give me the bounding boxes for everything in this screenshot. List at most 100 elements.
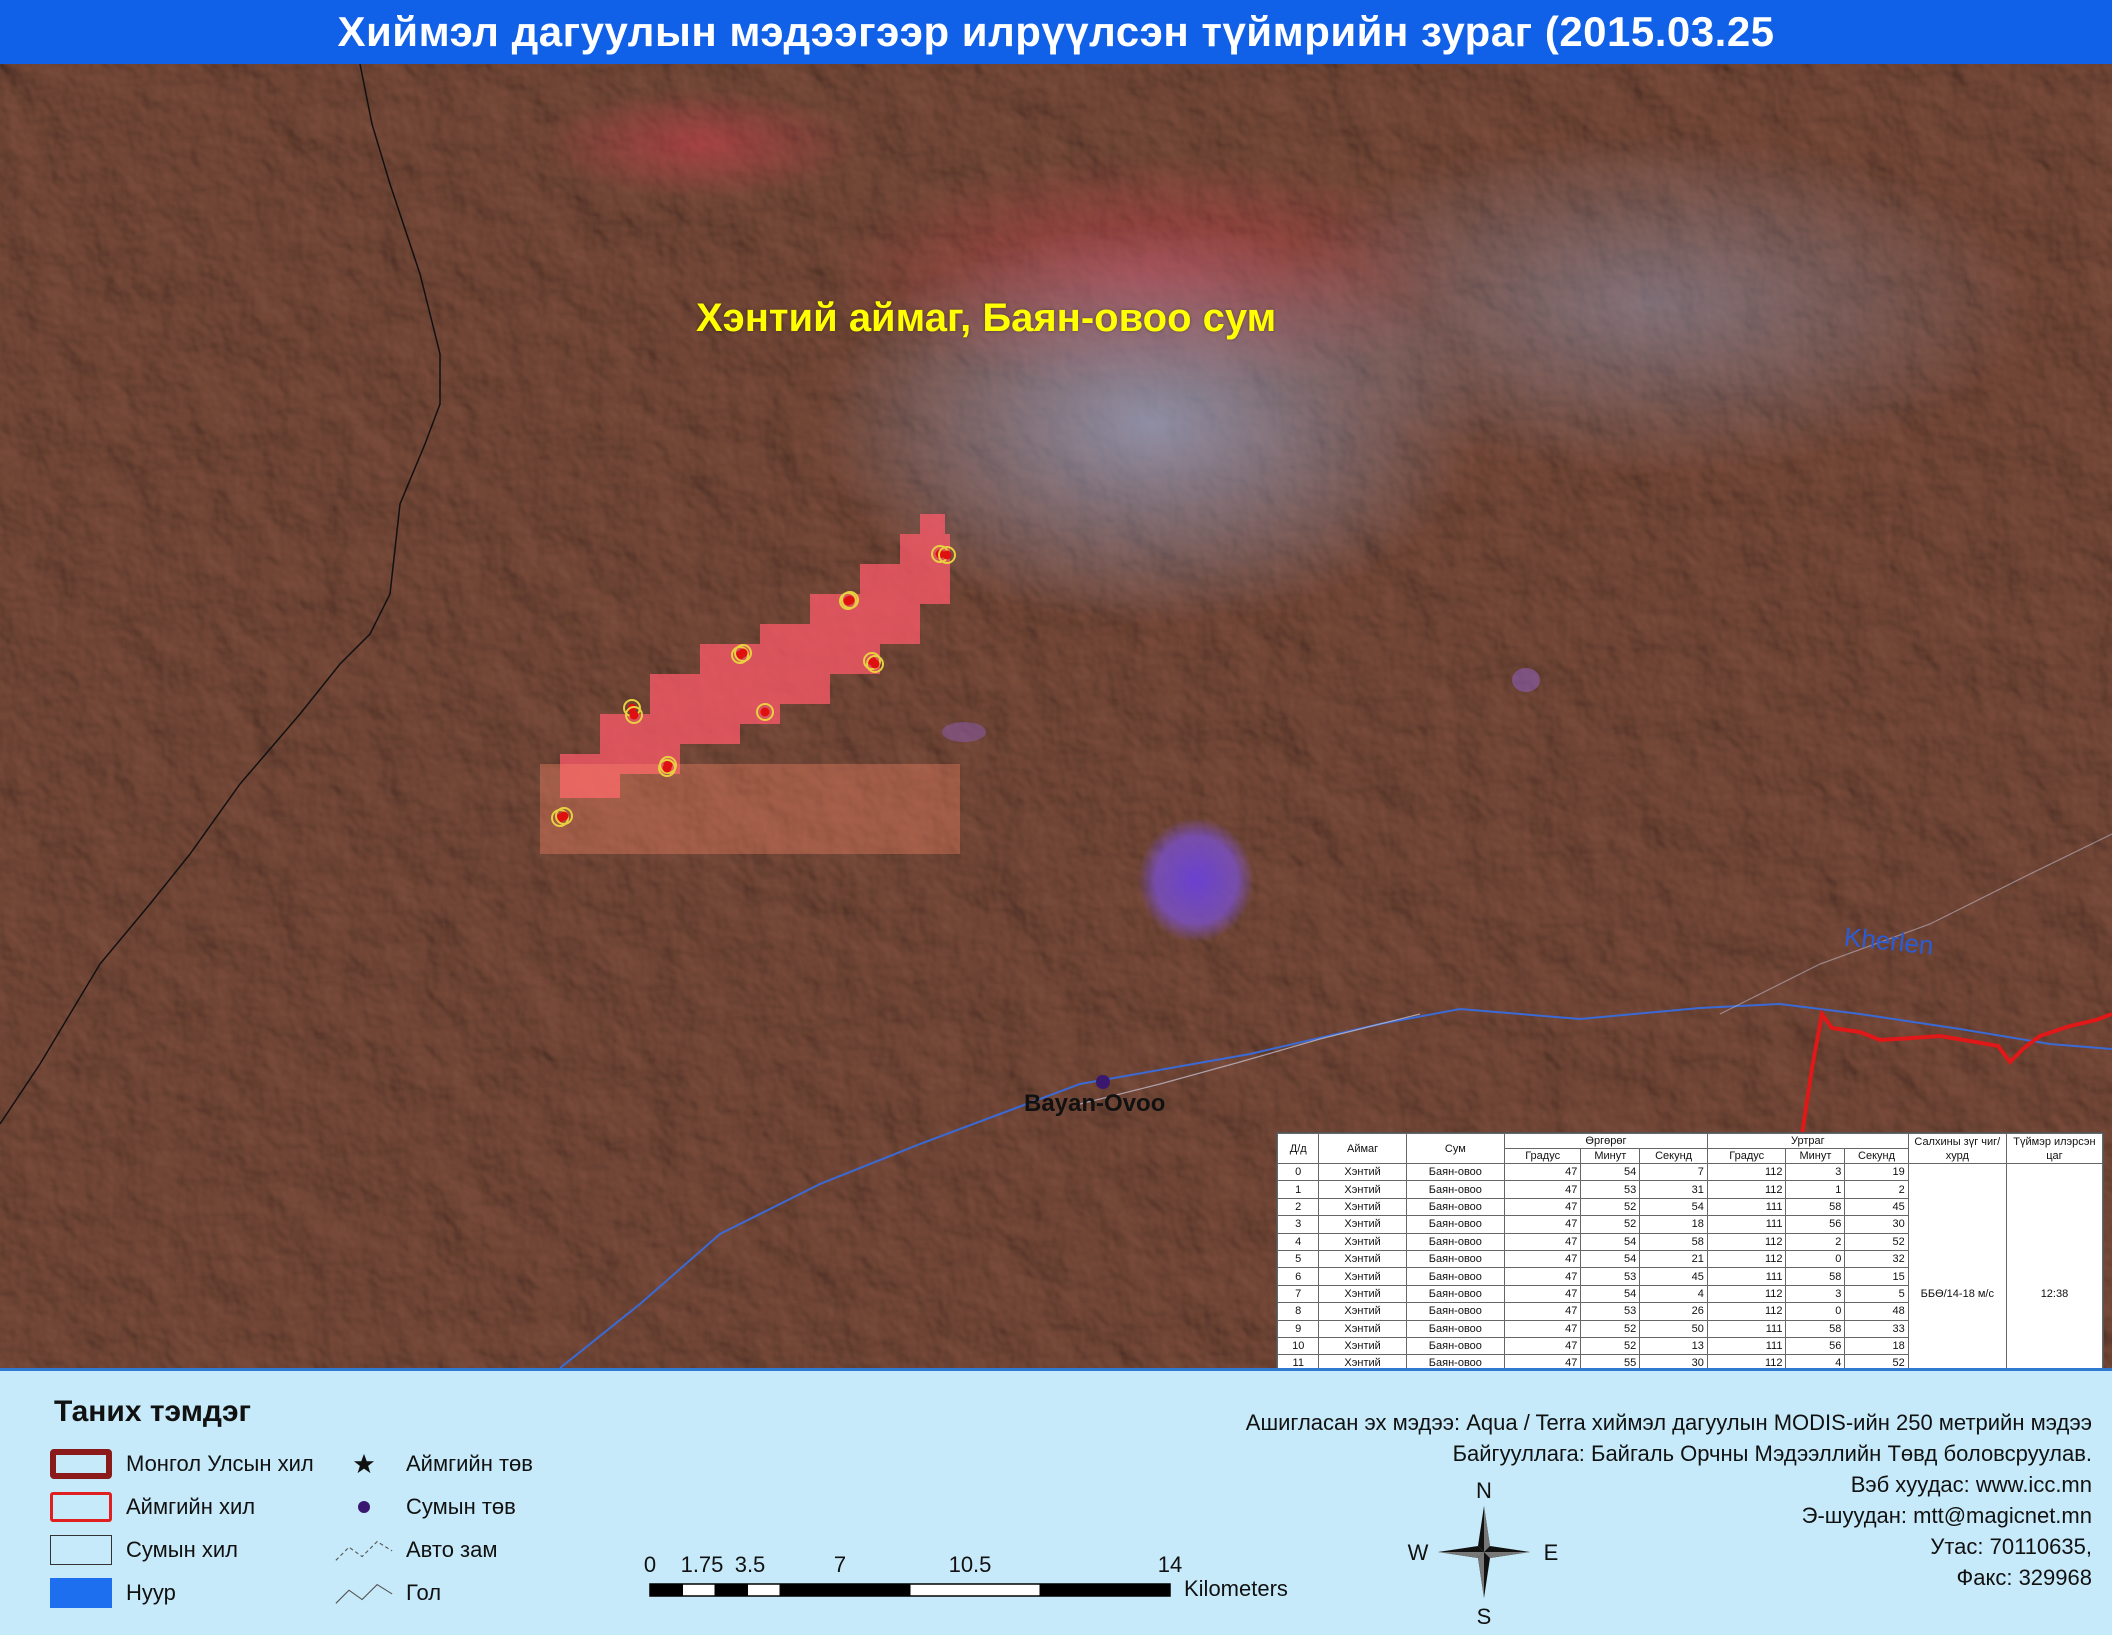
info-source: Ашигласан эх мэдээ: Aqua / Terra хиймэл … xyxy=(1245,1410,2092,1435)
legend-sum-border: Сумын хил xyxy=(50,1535,238,1565)
header-aimag: Аймаг xyxy=(1318,1133,1407,1164)
compass-n: N xyxy=(1476,1480,1492,1503)
table-cell-lon-d: 111 xyxy=(1706,1336,1787,1356)
table-cell-lon-m: 3 xyxy=(1785,1162,1846,1182)
table-cell-lon-s: 32 xyxy=(1844,1249,1909,1269)
table-cell-lon-s: 15 xyxy=(1844,1267,1909,1286)
table-cell-lat-m: 52 xyxy=(1580,1197,1641,1217)
sum-border-swatch xyxy=(50,1535,112,1565)
table-cell-lon-d: 112 xyxy=(1706,1302,1787,1321)
aimag-border-swatch xyxy=(50,1492,112,1522)
table-cell-lon-m: 58 xyxy=(1785,1267,1846,1286)
table-cell-lat-m: 52 xyxy=(1580,1215,1641,1234)
table-cell-aimag: Хэнтий xyxy=(1318,1267,1407,1286)
time-cell: 12:38 xyxy=(2005,1163,2104,1368)
table-cell-aimag: Хэнтий xyxy=(1318,1162,1407,1182)
compass-rose: N S E W xyxy=(1408,1480,1559,1629)
table-cell-lat-s: 50 xyxy=(1639,1319,1708,1338)
scale-tick-label: 3.5 xyxy=(735,1552,766,1577)
legend-aimag-border: Аймгийн хил xyxy=(50,1492,255,1522)
legend-river: Гол xyxy=(334,1578,441,1608)
table-cell-id: 0 xyxy=(1276,1162,1320,1182)
table-cell-lat-m: 55 xyxy=(1580,1354,1641,1368)
table-cell-lat-s: 30 xyxy=(1639,1354,1708,1368)
compass-w: W xyxy=(1408,1540,1429,1565)
table-cell-lat-d: 47 xyxy=(1503,1284,1582,1304)
fire-table-body: 0 Хэнтий Баян-овоо 47 54 7 112 3 19 ББӨ/14-18 м/с… xyxy=(1276,1162,2104,1368)
table-cell-sum: Баян-овоо xyxy=(1405,1267,1505,1286)
table-cell-lat-m: 52 xyxy=(1580,1319,1641,1338)
table-cell-id: 9 xyxy=(1276,1319,1320,1338)
table-row: 0 Хэнтий Баян-овоо 47 54 7 112 3 19 ББӨ/14-18 м/с… xyxy=(1276,1162,2104,1368)
legend-label: Сумын төв xyxy=(406,1494,516,1519)
scale-ticks: 0 1.75 3.5 7 10.5 14 xyxy=(644,1552,1182,1577)
legend-country-border: Монгол Улсын хил xyxy=(50,1449,314,1479)
table-cell-lon-d: 111 xyxy=(1706,1215,1787,1234)
compass-e: E xyxy=(1544,1540,1559,1565)
table-cell-lat-s: 58 xyxy=(1639,1232,1708,1251)
compass-star-icon xyxy=(1438,1506,1530,1598)
table-cell-lon-d: 111 xyxy=(1706,1267,1787,1286)
legend-label: Нуур xyxy=(126,1580,176,1605)
table-cell-lat-s: 4 xyxy=(1639,1284,1708,1304)
table-cell-aimag: Хэнтий xyxy=(1318,1284,1407,1304)
table-cell-lat-d: 47 xyxy=(1503,1302,1582,1321)
table-cell-sum: Баян-овоо xyxy=(1405,1249,1505,1269)
fire-data-table: Д/д Аймаг Сум Өргөрөг Уртраг Салхины зүг… xyxy=(1276,1132,2104,1368)
table-cell-id: 2 xyxy=(1276,1197,1320,1217)
road-icon xyxy=(334,1535,394,1565)
map-area[interactable]: Хэнтий аймаг, Баян-овоо сум Bayan-Ovoo K… xyxy=(0,64,2112,1368)
table-cell-aimag: Хэнтий xyxy=(1318,1249,1407,1269)
scale-tick-label: 7 xyxy=(834,1552,846,1577)
header-latitude: Өргөрөг xyxy=(1503,1133,1708,1149)
table-cell-id: 5 xyxy=(1276,1249,1320,1269)
table-cell-lon-m: 58 xyxy=(1785,1197,1846,1217)
lake-shape xyxy=(1138,818,1254,942)
table-cell-lat-d: 47 xyxy=(1503,1180,1582,1199)
header-lon-degrees: Градус xyxy=(1706,1148,1787,1164)
map-title: Хиймэл дагуулын мэдээгээр илрүүлсэн түйм… xyxy=(337,8,1775,55)
info-website: Вэб хуудас: www.icc.mn xyxy=(1850,1472,2092,1497)
table-cell-id: 8 xyxy=(1276,1302,1320,1321)
header-lat-seconds: Секунд xyxy=(1639,1148,1708,1164)
table-cell-lon-d: 112 xyxy=(1706,1180,1787,1199)
title-bar: Хиймэл дагуулын мэдээгээр илрүүлсэн түйм… xyxy=(0,0,2112,64)
table-cell-lat-m: 54 xyxy=(1580,1249,1641,1269)
compass-s: S xyxy=(1477,1604,1492,1629)
table-cell-lon-s: 52 xyxy=(1844,1232,1909,1251)
lake-mark-small xyxy=(1512,668,1540,692)
table-cell-lat-d: 47 xyxy=(1503,1197,1582,1217)
table-cell-aimag: Хэнтий xyxy=(1318,1180,1407,1199)
table-cell-lon-m: 2 xyxy=(1785,1232,1846,1251)
table-cell-sum: Баян-овоо xyxy=(1405,1215,1505,1234)
table-cell-lat-d: 47 xyxy=(1503,1354,1582,1368)
table-cell-lon-m: 0 xyxy=(1785,1302,1846,1321)
table-cell-lat-s: 54 xyxy=(1639,1197,1708,1217)
river-icon xyxy=(334,1578,394,1608)
table-cell-sum: Баян-овоо xyxy=(1405,1319,1505,1338)
info-organization: Байгууллага: Байгаль Орчны Мэдээллийн Тө… xyxy=(1452,1441,2092,1466)
table-cell-sum: Баян-овоо xyxy=(1405,1354,1505,1368)
table-cell-lat-m: 54 xyxy=(1580,1232,1641,1251)
table-cell-sum: Баян-овоо xyxy=(1405,1284,1505,1304)
table-cell-lat-m: 52 xyxy=(1580,1336,1641,1356)
table-cell-lon-m: 56 xyxy=(1785,1336,1846,1356)
scale-unit: Kilometers xyxy=(1184,1576,1288,1601)
table-cell-aimag: Хэнтий xyxy=(1318,1197,1407,1217)
country-border-swatch xyxy=(50,1449,112,1479)
scale-segments xyxy=(649,1583,1171,1597)
table-cell-lat-s: 13 xyxy=(1639,1336,1708,1356)
header-lat-degrees: Градус xyxy=(1503,1148,1582,1164)
legend-label: Аймгийн төв xyxy=(406,1451,533,1476)
legend-label: Аймгийн хил xyxy=(126,1494,256,1519)
table-cell-lat-s: 26 xyxy=(1639,1302,1708,1321)
table-cell-lat-s: 7 xyxy=(1639,1162,1708,1182)
info-fax: Факс: 329968 xyxy=(1956,1565,2092,1590)
table-cell-lon-d: 112 xyxy=(1706,1232,1787,1251)
legend-lake: Нуур xyxy=(50,1578,176,1608)
table-cell-id: 3 xyxy=(1276,1215,1320,1234)
table-cell-lat-d: 47 xyxy=(1503,1267,1582,1286)
table-cell-lat-m: 54 xyxy=(1580,1284,1641,1304)
scale-tick-label: 0 xyxy=(644,1552,656,1577)
table-cell-lat-m: 53 xyxy=(1580,1180,1641,1199)
